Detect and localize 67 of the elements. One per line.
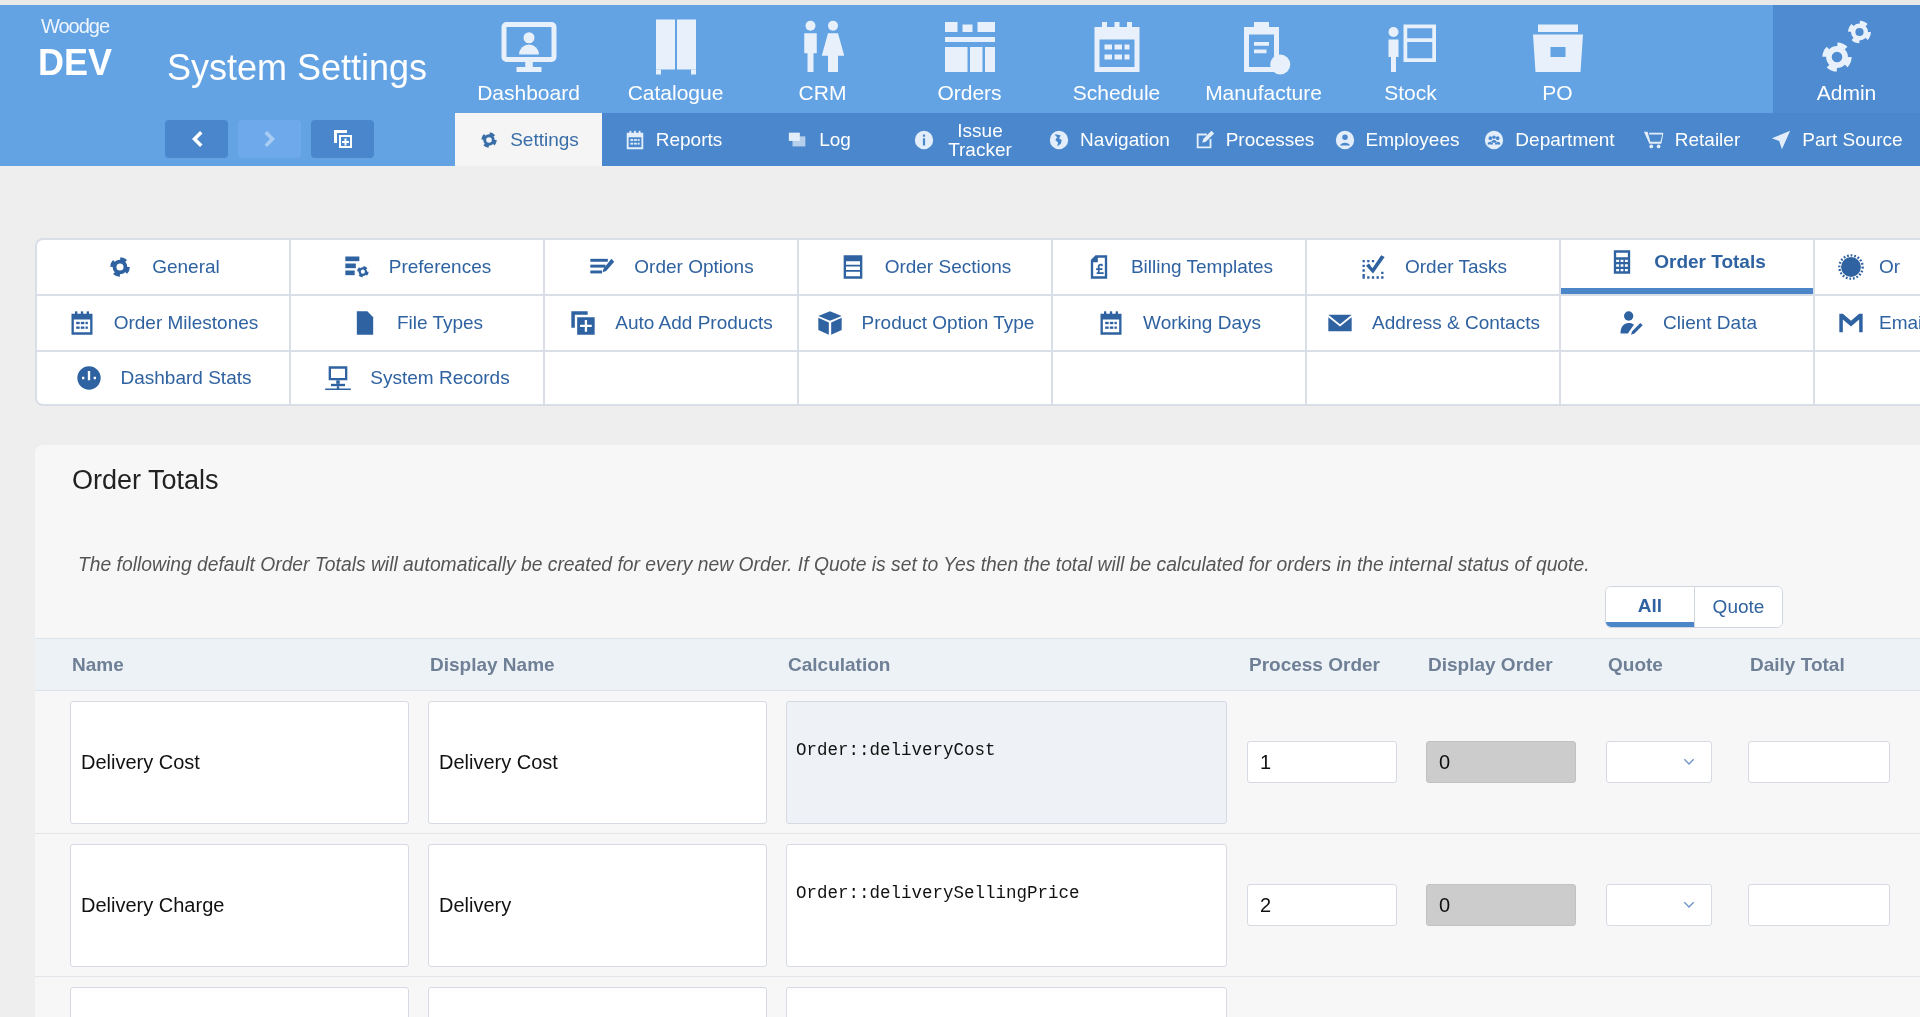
category-tab[interactable]: Working Days xyxy=(1053,296,1305,350)
column-header: Display Order xyxy=(1427,653,1554,676)
computer-icon xyxy=(324,364,353,392)
category-tab[interactable]: Client Data xyxy=(1561,296,1813,350)
name-field[interactable]: Delivery Cost xyxy=(70,700,409,824)
nav-item[interactable]: Admin xyxy=(1773,5,1920,113)
subnav-tab[interactable]: Part Source xyxy=(1754,113,1919,166)
category-tab[interactable]: Preferences xyxy=(291,240,543,294)
column-header: Calculation xyxy=(787,653,892,676)
process-order-field[interactable]: 1 xyxy=(1247,741,1397,783)
logo-brand: Woodge xyxy=(40,15,110,38)
badge-icon xyxy=(1837,253,1865,281)
category-tab[interactable]: Order Milestones xyxy=(37,296,289,350)
globe-icon xyxy=(1048,128,1071,151)
column-header: Daily Total xyxy=(1749,653,1846,676)
category-tab[interactable]: Order Totals xyxy=(1561,240,1813,294)
column-header: Process Order xyxy=(1248,653,1381,676)
daily-total-field[interactable] xyxy=(1748,884,1890,926)
column-header: Display Name xyxy=(429,653,556,676)
daily-total-field[interactable] xyxy=(1748,741,1890,783)
box-icon xyxy=(815,309,844,337)
subnav-tab[interactable]: Department xyxy=(1469,113,1629,166)
process-order-field[interactable]: 2 xyxy=(1247,884,1397,926)
gauge-icon xyxy=(74,364,103,392)
category-tab[interactable]: File Types xyxy=(291,296,543,350)
subnav-tab[interactable]: Navigation xyxy=(1034,113,1184,166)
description-text: The following default Order Totals will automatically be created for every new Order. If Quote is set to Yes then the total will be calculated for orders in the internal status of quote. xyxy=(77,553,1591,576)
subnav-tab[interactable]: Retailer xyxy=(1629,113,1754,166)
category-tab[interactable]: Order Tasks xyxy=(1307,240,1559,294)
section-title: Order Totals xyxy=(71,464,220,497)
send-icon xyxy=(1770,128,1793,151)
logo-env: DEV xyxy=(38,42,112,84)
display-name-field[interactable]: Delivery Cost xyxy=(428,700,767,824)
category-tab[interactable]: Or xyxy=(1815,240,1920,294)
category-tab[interactable]: Billing Templates xyxy=(1053,240,1305,294)
category-tab[interactable]: Auto Add Products xyxy=(545,296,797,350)
subnav-tab[interactable]: Employees xyxy=(1324,113,1469,166)
subnav-tab[interactable]: Reports xyxy=(602,113,744,166)
user-edit-icon xyxy=(1617,309,1645,337)
new-window-button[interactable] xyxy=(311,120,374,158)
calculation-field[interactable]: Order::deliveryCost xyxy=(786,700,1227,824)
filter-button[interactable]: Quote xyxy=(1694,587,1782,627)
group-icon xyxy=(1483,128,1506,151)
quote-dropdown[interactable] xyxy=(1606,884,1712,926)
add-icon xyxy=(569,309,598,337)
subnav-tab[interactable]: Log xyxy=(744,113,894,166)
category-tab[interactable]: Address & Contacts xyxy=(1307,296,1559,350)
page-title: System Settings xyxy=(167,47,428,89)
column-header: Quote xyxy=(1607,653,1664,676)
subnav-tab[interactable]: Issue Tracker xyxy=(894,113,1034,166)
calculation-field[interactable]: Order::deliverySellingPrice xyxy=(786,843,1227,967)
column-header: Name xyxy=(71,653,125,676)
back-button[interactable] xyxy=(165,120,228,158)
display-name-field[interactable]: Delivery xyxy=(428,843,767,967)
name-field[interactable]: Delivery Charge xyxy=(70,843,409,967)
category-tab[interactable]: Product Option Type xyxy=(799,296,1051,350)
subnav-tab[interactable]: Settings xyxy=(455,113,602,166)
category-tab[interactable]: Order Options xyxy=(545,240,797,294)
filter-button[interactable]: All xyxy=(1606,587,1694,627)
category-tab[interactable]: Order Sections xyxy=(799,240,1051,294)
category-tab[interactable]: General xyxy=(37,240,289,294)
subnav-tab[interactable]: Processes xyxy=(1184,113,1324,166)
person-icon xyxy=(1333,128,1356,151)
category-tab[interactable]: System Records xyxy=(291,352,543,404)
quote-dropdown[interactable] xyxy=(1606,741,1712,783)
category-tab[interactable]: Dashbard Stats xyxy=(37,352,289,404)
info-icon xyxy=(913,128,935,151)
